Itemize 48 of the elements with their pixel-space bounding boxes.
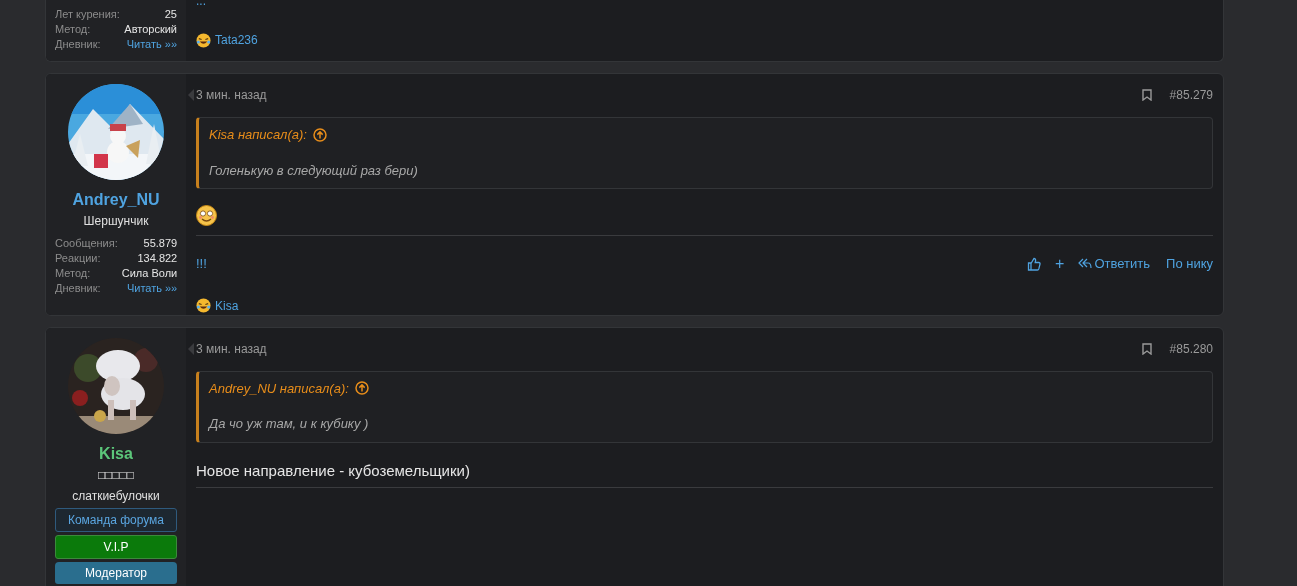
post-time[interactable]: 3 мин. назад — [196, 339, 267, 358]
post-number[interactable]: #85.279 — [1169, 86, 1213, 104]
by-nick-button[interactable]: По нику — [1166, 254, 1213, 274]
laughing-emoji-icon — [196, 298, 211, 313]
signature-text: ... — [196, 0, 207, 6]
arrow-up-icon[interactable] — [354, 381, 369, 396]
bookmark-icon[interactable] — [1141, 342, 1152, 355]
stat-label: Лет курения: — [55, 7, 121, 22]
thumbs-up-icon[interactable] — [1027, 256, 1042, 271]
username[interactable]: Kisa — [55, 443, 177, 464]
quote-author[interactable]: Andrey_NU написал(а): — [209, 378, 349, 398]
arrow-pointer — [188, 89, 194, 101]
user-banner: V.I.P — [55, 534, 177, 559]
post-time[interactable]: 3 мин. назад — [196, 86, 267, 104]
reply-button[interactable]: Ответить — [1078, 254, 1151, 274]
stat-value: Авторский — [124, 22, 177, 37]
stat-label: Дневник: — [55, 37, 102, 52]
quote-text: Да чо уж там, и к кубику ) — [209, 415, 370, 433]
user-title: □□□□□ — [96, 466, 136, 484]
laughing-emoji-icon — [196, 32, 211, 48]
diary-link[interactable]: Читать »» — [121, 281, 178, 296]
stat-value: Сила Воли — [121, 266, 178, 281]
stat-label: Реакции: — [55, 251, 102, 266]
reply-icon — [1078, 257, 1093, 270]
stat-label: Метод: — [55, 266, 92, 281]
quote-author[interactable]: Kisa написал(а): — [209, 125, 307, 145]
user-banner: Модератор — [55, 561, 177, 584]
reaction-user-link[interactable]: Tata236 — [215, 31, 258, 49]
stat-value: 55.879 — [142, 236, 178, 251]
quote-text: Голенькую в следующий раз бери) — [209, 161, 419, 180]
add-reaction-button[interactable]: + — [1055, 255, 1065, 272]
signature-text: !!! — [196, 255, 207, 273]
reaction-user-link[interactable]: Kisa — [215, 296, 239, 315]
user-title: слаткиебулочки — [71, 487, 161, 505]
stat-label: Метод: — [55, 22, 92, 37]
post-text: Новое направление - кубоземельщики) — [196, 460, 471, 481]
stat-value: 25 — [163, 7, 177, 22]
username[interactable]: Andrey_NU — [55, 190, 177, 210]
user-banner: Команда форума — [55, 507, 177, 532]
stat-label: Дневник: — [55, 281, 102, 296]
stat-value: 134.822 — [136, 251, 178, 266]
diary-link[interactable]: Читать »» — [124, 37, 177, 52]
stat-label: Сообщения: — [55, 236, 118, 251]
bookmark-icon[interactable] — [1141, 89, 1152, 101]
post-number[interactable]: #85.280 — [1169, 339, 1213, 358]
arrow-pointer — [188, 342, 194, 355]
arrow-up-icon[interactable] — [312, 127, 327, 142]
user-title: Шершунчик — [82, 213, 150, 230]
